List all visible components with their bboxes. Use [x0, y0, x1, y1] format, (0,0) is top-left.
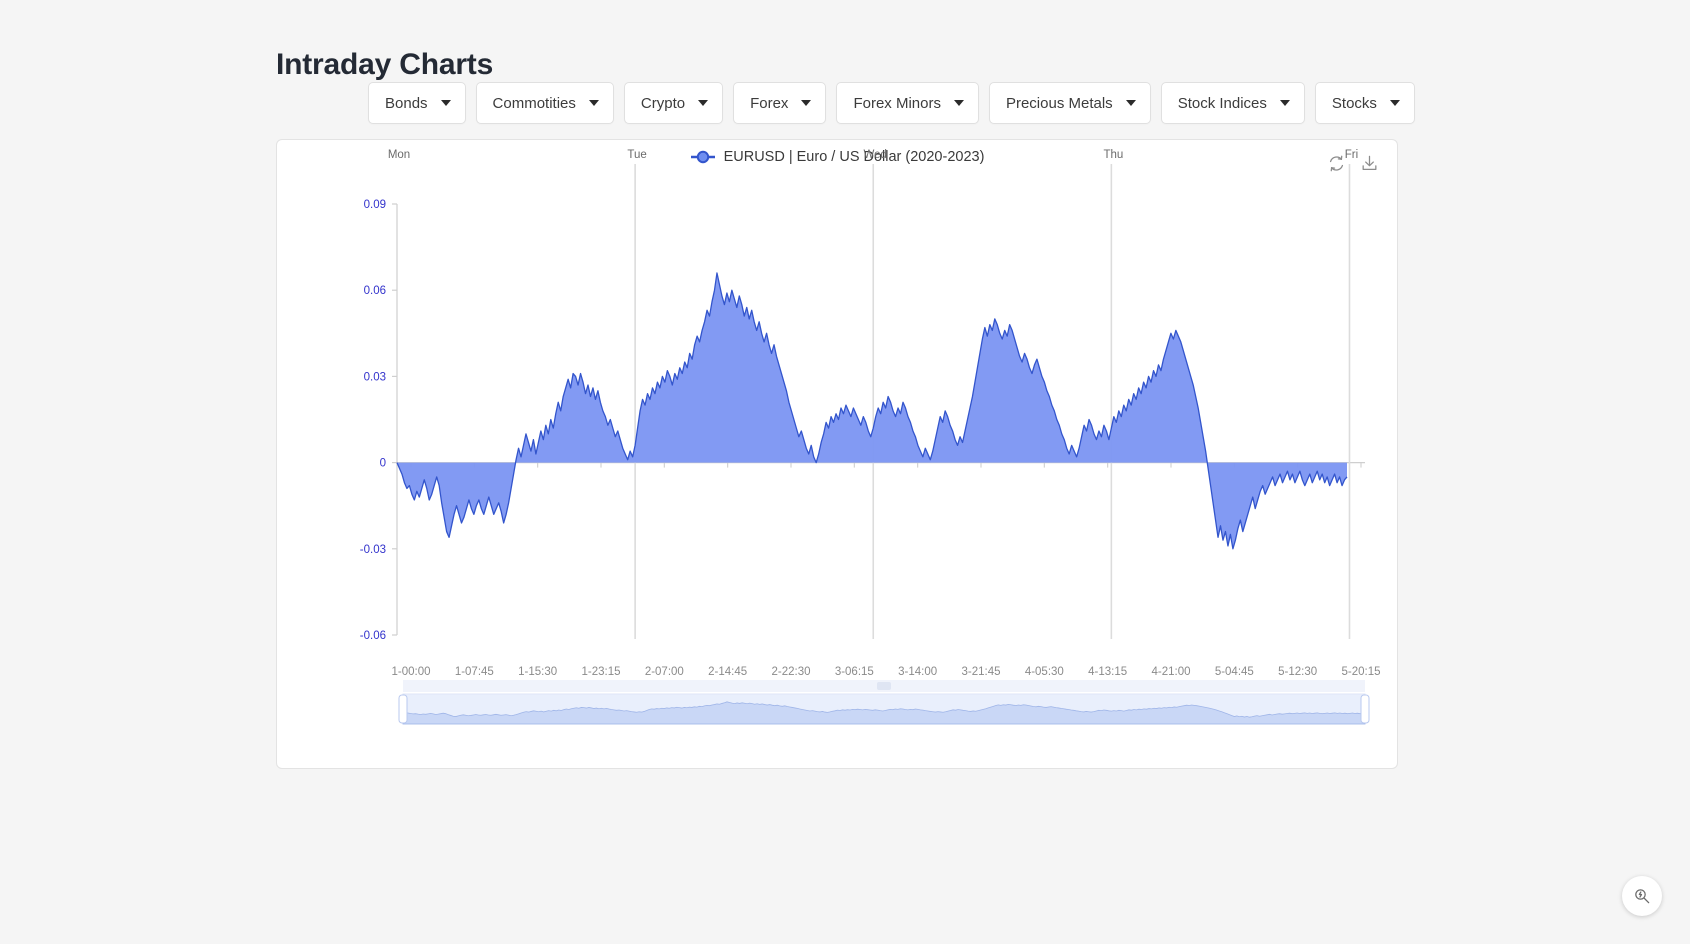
chevron-down-icon [441, 100, 451, 106]
day-marker-label: Tue [627, 149, 646, 161]
x-axis-tick-label: 2-07:00 [645, 666, 684, 678]
category-button-precious-metals[interactable]: Precious Metals [989, 82, 1151, 124]
x-axis-tick-label: 1-15:30 [518, 666, 557, 678]
x-axis-tick-label: 5-04:45 [1215, 666, 1254, 678]
series-line [397, 273, 1347, 549]
chevron-down-icon [698, 100, 708, 106]
series-area [397, 273, 1347, 549]
category-button-label: Forex [750, 95, 788, 112]
chart-plot-area[interactable]: 0.09 0.06 0.03 0 -0.03 -0.06 1-00:00 1-07:45 1-1… [277, 140, 1399, 770]
x-axis-tick-label: 4-05:30 [1025, 666, 1064, 678]
category-button-label: Stock Indices [1178, 95, 1267, 112]
x-axis-tick-label: 1-23:15 [581, 666, 620, 678]
category-button-label: Forex Minors [853, 95, 941, 112]
category-button-stocks[interactable]: Stocks [1315, 82, 1415, 124]
chevron-down-icon [1280, 100, 1290, 106]
area-chart[interactable]: 0.09 0.06 0.03 0 -0.03 -0.06 1-00:00 1-07:45 1-1… [277, 140, 1399, 770]
chevron-down-icon [801, 100, 811, 106]
chevron-down-icon [589, 100, 599, 106]
x-axis-tick-label: 1-07:45 [455, 666, 494, 678]
chart-card: EURUSD | Euro / US Dollar (2020-2023) 0.… [276, 139, 1398, 769]
chevron-down-icon [1126, 100, 1136, 106]
datazoom-grip[interactable] [877, 682, 891, 690]
page-title: Intraday Charts [276, 48, 493, 82]
category-button-label: Stocks [1332, 95, 1377, 112]
datazoom-slider[interactable] [399, 680, 1369, 724]
day-marker-label: Thu [1103, 149, 1123, 161]
x-axis-tick-label: 1-00:00 [391, 666, 430, 678]
x-axis-tick-label: 4-13:15 [1088, 666, 1127, 678]
category-toolbar: Bonds Commotities Crypto Forex Forex Minors P… [368, 82, 1415, 124]
chevron-down-icon [954, 100, 964, 106]
day-marker-label: Wed [864, 149, 887, 161]
category-button-stock-indices[interactable]: Stock Indices [1161, 82, 1305, 124]
datazoom-handle-right[interactable] [1361, 695, 1369, 723]
y-axis-tick-label: -0.06 [360, 630, 386, 642]
x-axis-tick-label: 2-14:45 [708, 666, 747, 678]
x-axis-tick-label: 3-14:00 [898, 666, 937, 678]
y-axis-tick-label: -0.03 [360, 544, 386, 556]
day-marker-label: Fri [1345, 149, 1358, 161]
category-button-commotities[interactable]: Commotities [476, 82, 614, 124]
x-axis-tick-label: 3-21:45 [961, 666, 1000, 678]
x-axis-tick-label: 4-21:00 [1151, 666, 1190, 678]
x-axis-tick-label: 3-06:15 [835, 666, 874, 678]
zoom-magnifier-icon [1632, 886, 1652, 906]
x-axis-tick-label: 2-22:30 [771, 666, 810, 678]
category-button-forex[interactable]: Forex [733, 82, 826, 124]
category-button-label: Commotities [493, 95, 576, 112]
category-button-label: Crypto [641, 95, 685, 112]
y-axis-tick-label: 0 [380, 458, 386, 470]
datazoom-handle-left[interactable] [399, 695, 407, 723]
category-button-forex-minors[interactable]: Forex Minors [836, 82, 979, 124]
app-root: Intraday Charts Bonds Commotities Crypto Fo… [0, 0, 1690, 944]
category-button-label: Bonds [385, 95, 428, 112]
x-axis-tick-label: 5-12:30 [1278, 666, 1317, 678]
x-axis-tick-label: 5-20:15 [1341, 666, 1380, 678]
y-axis-tick-label: 0.09 [364, 199, 386, 211]
zoom-floating-button[interactable] [1622, 876, 1662, 916]
chevron-down-icon [1390, 100, 1400, 106]
y-axis-tick-label: 0.03 [364, 371, 386, 383]
day-marker-label: Mon [388, 149, 410, 161]
category-button-crypto[interactable]: Crypto [624, 82, 723, 124]
y-axis-tick-label: 0.06 [364, 285, 386, 297]
category-button-bonds[interactable]: Bonds [368, 82, 466, 124]
category-button-label: Precious Metals [1006, 95, 1113, 112]
